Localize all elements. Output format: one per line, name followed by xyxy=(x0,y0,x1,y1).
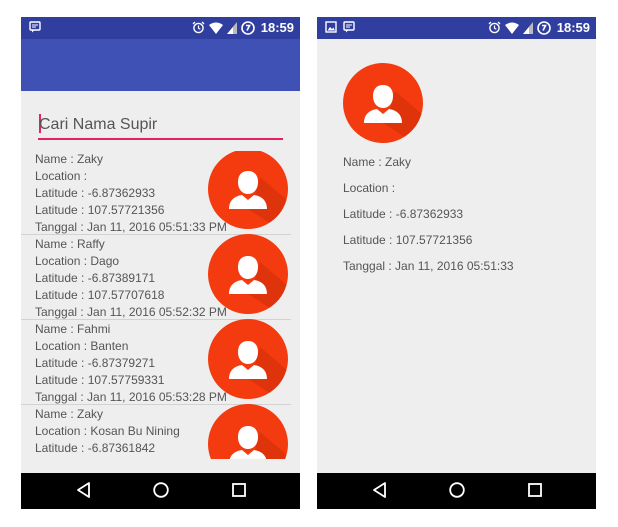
item-name: Name : Raffy xyxy=(35,237,105,251)
item-latitude: Latitude : -6.87379271 xyxy=(35,356,156,370)
signal-icon xyxy=(522,21,533,34)
alarm-icon xyxy=(488,21,501,34)
avatar xyxy=(208,404,288,459)
item-name: Name : Fahmi xyxy=(35,322,111,336)
item-longitude: Latitude : 107.57759331 xyxy=(35,373,165,387)
detail-name: Name : Zaky xyxy=(343,155,412,169)
search-input[interactable] xyxy=(38,112,284,138)
item-date: Tanggal : Jan 11, 2016 05:53:28 PM xyxy=(35,390,227,404)
chat-notification-icon xyxy=(29,21,41,33)
wifi-icon xyxy=(208,22,223,34)
recents-icon[interactable] xyxy=(526,481,544,504)
item-latitude: Latitude : -6.87362933 xyxy=(35,186,156,200)
status-bar: 18:59 xyxy=(21,17,300,39)
driver-list[interactable]: Name : Zaky Location : Latitude : -6.873… xyxy=(21,151,300,459)
item-date: Tanggal : Jan 11, 2016 05:51:33 PM xyxy=(35,220,227,234)
item-name: Name : Zaky xyxy=(35,407,104,421)
item-name: Name : Zaky xyxy=(35,152,104,166)
back-icon[interactable] xyxy=(371,481,389,504)
avatar xyxy=(208,151,288,229)
detail-screen: 18:59 Name : Zaky Location : Latitude : … xyxy=(317,17,596,509)
item-location: Location : Banten xyxy=(35,339,129,353)
avatar xyxy=(208,319,288,399)
back-icon[interactable] xyxy=(75,481,93,504)
item-location: Location : Kosan Bu Nining xyxy=(35,424,180,438)
status-time: 18:59 xyxy=(556,20,590,35)
status-time: 18:59 xyxy=(260,20,294,35)
status-bar: 18:59 xyxy=(317,17,596,39)
list-item[interactable]: Name : Zaky Location : Latitude : -6.873… xyxy=(21,151,300,235)
battery-saver-icon xyxy=(536,20,551,35)
navigation-bar xyxy=(317,473,596,509)
item-latitude: Latitude : -6.87389171 xyxy=(35,271,156,285)
driver-avatar xyxy=(343,63,423,143)
item-location: Location : Dago xyxy=(35,254,120,268)
detail-longitude: Latitude : 107.57721356 xyxy=(343,233,473,247)
home-icon[interactable] xyxy=(448,481,466,504)
image-notification-icon xyxy=(325,21,337,33)
item-date: Tanggal : Jan 11, 2016 05:52:32 PM xyxy=(35,305,227,319)
avatar xyxy=(208,234,288,314)
navigation-bar xyxy=(21,473,300,509)
item-latitude: Latitude : -6.87361842 xyxy=(35,441,156,455)
app-toolbar xyxy=(21,39,300,91)
item-location: Location : xyxy=(35,169,88,183)
battery-saver-icon xyxy=(240,20,255,35)
list-item[interactable]: Name : Raffy Location : Dago Latitude : … xyxy=(21,234,300,320)
list-screen: 18:59 Name : Zaky Location : Latitude : … xyxy=(21,17,300,509)
search-field[interactable] xyxy=(38,112,284,140)
detail-date: Tanggal : Jan 11, 2016 05:51:33 xyxy=(343,259,514,273)
detail-latitude: Latitude : -6.87362933 xyxy=(343,207,464,221)
alarm-icon xyxy=(192,21,205,34)
signal-icon xyxy=(226,21,237,34)
home-icon[interactable] xyxy=(152,481,170,504)
item-longitude: Latitude : 107.57707618 xyxy=(35,288,165,302)
recents-icon[interactable] xyxy=(230,481,248,504)
list-item[interactable]: Name : Zaky Location : Kosan Bu Nining L… xyxy=(21,404,300,459)
detail-location: Location : xyxy=(343,181,396,195)
list-item[interactable]: Name : Fahmi Location : Banten Latitude … xyxy=(21,319,300,405)
chat-notification-icon xyxy=(343,21,355,33)
wifi-icon xyxy=(504,22,519,34)
item-longitude: Latitude : 107.57721356 xyxy=(35,203,165,217)
